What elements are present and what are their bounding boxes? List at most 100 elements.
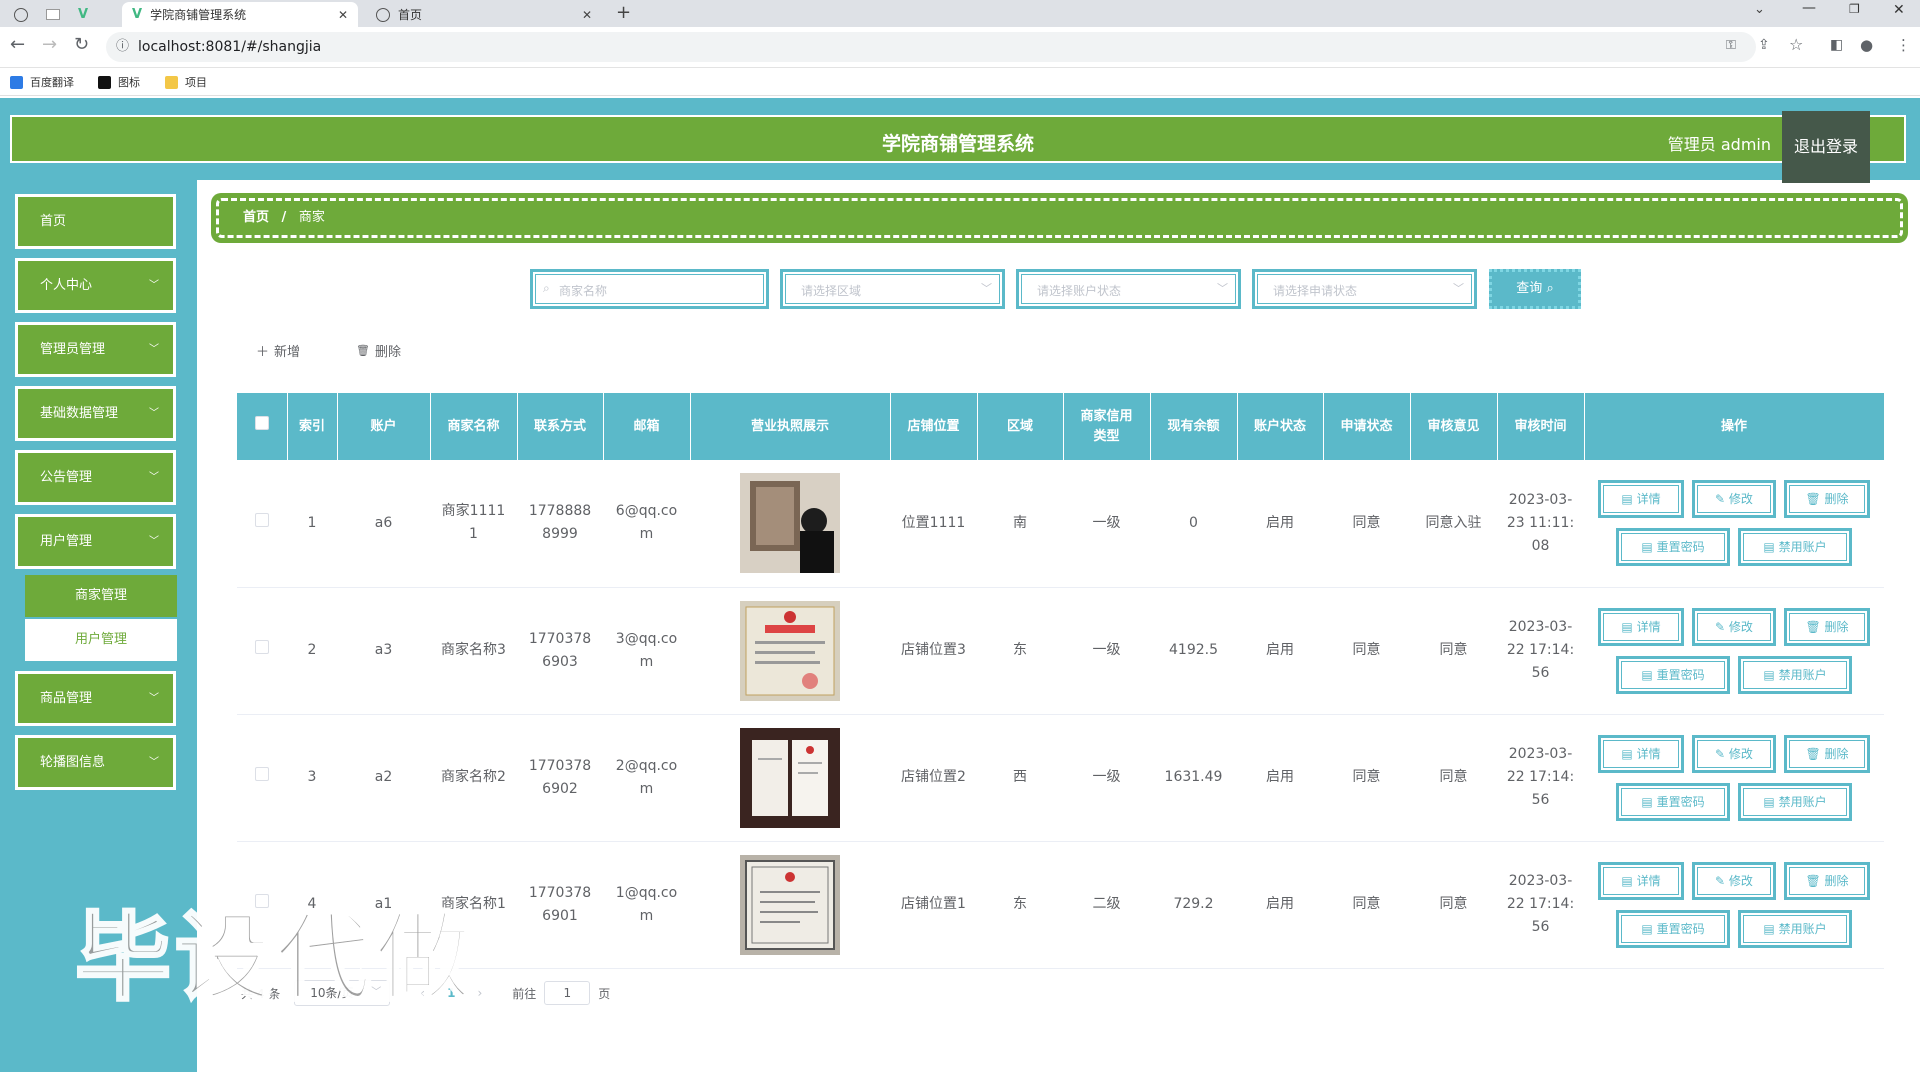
bookmark-item[interactable]: 项目 xyxy=(165,74,207,90)
account-status-select[interactable]: 请选择账户状态 ﹀ xyxy=(1016,269,1241,309)
row-checkbox[interactable] xyxy=(237,714,287,842)
cell-operations: ▤ 详情 ✎ 修改 🗑 删除 ▤ 重置密码 ▤ 禁用账户 xyxy=(1584,460,1884,588)
detail-button[interactable]: ▤ 详情 xyxy=(1598,480,1684,519)
restore-icon[interactable]: ❐ xyxy=(1849,2,1860,16)
close-tab-icon[interactable]: ✕ xyxy=(338,8,348,22)
chevron-down-icon: ﹀ xyxy=(149,472,159,483)
star-icon[interactable]: ☆ xyxy=(1789,35,1803,54)
cell-area: 西 xyxy=(977,714,1063,842)
area-select[interactable]: 请选择区域 ﹀ xyxy=(780,269,1005,309)
breadcrumb-home[interactable]: 首页 xyxy=(243,210,269,225)
bookmark-item[interactable]: 图标 xyxy=(98,74,140,90)
add-button[interactable]: ＋新增 xyxy=(256,341,300,360)
sidepanel-icon[interactable]: ◧ xyxy=(1830,37,1843,53)
bookmark-item[interactable]: 百度翻译 xyxy=(10,74,74,90)
query-button[interactable]: 查询 ⌕ xyxy=(1489,269,1581,309)
new-tab-icon[interactable]: + xyxy=(616,2,631,23)
table-row: 1 a6 商家11111 17788888999 6@qq.com 位置1111 南一级 0 启… xyxy=(237,460,1884,588)
license-image[interactable] xyxy=(740,854,840,955)
reset-password-button[interactable]: ▤ 重置密码 xyxy=(1616,782,1730,821)
cell-location: 店铺位置3 xyxy=(890,587,977,715)
submenu-item-user[interactable]: 用户管理 xyxy=(25,619,177,661)
cell-time: 2023-03-22 17:14:56 xyxy=(1497,841,1584,969)
sidebar-item-carousel[interactable]: 轮播图信息 ﹀ xyxy=(15,735,176,790)
pinned-tab[interactable] xyxy=(40,2,62,27)
delete-button[interactable]: 🗑 删除 xyxy=(1784,480,1870,519)
chevron-down-icon: ﹀ xyxy=(149,757,159,768)
detail-button[interactable]: ▤ 详情 xyxy=(1598,734,1684,773)
detail-button[interactable]: ▤ 详情 xyxy=(1598,861,1684,900)
edit-button[interactable]: ✎ 修改 xyxy=(1692,861,1776,900)
reload-icon[interactable]: ↻ xyxy=(74,34,89,55)
submenu-item-merchant[interactable]: 商家管理 xyxy=(25,575,177,617)
edit-button[interactable]: ✎ 修改 xyxy=(1692,607,1776,646)
sidebar-item-goods[interactable]: 商品管理 ﹀ xyxy=(15,671,176,726)
goto-input[interactable]: 1 xyxy=(544,981,591,1005)
edit-button[interactable]: ✎ 修改 xyxy=(1692,734,1776,773)
pinned-tab[interactable]: V xyxy=(70,2,100,27)
browser-tab[interactable]: 首页 ✕ xyxy=(366,2,602,27)
chevron-down-icon: ﹀ xyxy=(149,280,159,291)
next-page-icon[interactable]: › xyxy=(477,986,482,1000)
page-icon xyxy=(46,9,60,20)
cell-location: 位置1111 xyxy=(890,460,977,588)
cell-credit: 一级 xyxy=(1063,460,1150,588)
license-image[interactable] xyxy=(740,727,840,828)
col-header: 操作 xyxy=(1584,393,1885,460)
sidebar-item-basedata[interactable]: 基础数据管理 ﹀ xyxy=(15,386,176,441)
sidebar-item-users[interactable]: 用户管理 ﹀ xyxy=(15,514,176,569)
cell-name: 商家名称3 xyxy=(430,587,517,715)
license-image[interactable] xyxy=(740,473,840,574)
back-icon[interactable]: ← xyxy=(10,34,25,55)
minimize-icon[interactable]: — xyxy=(1802,0,1816,16)
apply-status-select[interactable]: 请选择申请状态 ﹀ xyxy=(1252,269,1477,309)
profile-icon[interactable]: ● xyxy=(1860,36,1873,54)
col-header: 申请状态 xyxy=(1323,393,1411,460)
disable-account-button[interactable]: ▤ 禁用账户 xyxy=(1738,782,1852,821)
delete-button[interactable]: 🗑 删除 xyxy=(1784,734,1870,773)
sidebar-item-home[interactable]: 首页 xyxy=(15,194,176,249)
cell-apply_status: 同意 xyxy=(1323,841,1410,969)
row-checkbox[interactable] xyxy=(237,587,287,715)
chevron-down-icon: ﹀ xyxy=(981,282,992,295)
cell-license xyxy=(690,587,890,715)
merchant-name-input[interactable]: ⌕ 商家名称 xyxy=(530,269,769,309)
tab-title: 学院商铺管理系统 xyxy=(150,8,247,22)
batch-delete-button[interactable]: 🗑 删除 xyxy=(356,341,401,360)
row-checkbox[interactable] xyxy=(237,460,287,588)
reset-password-button[interactable]: ▤ 重置密码 xyxy=(1616,909,1730,948)
sidebar-item-notice[interactable]: 公告管理 ﹀ xyxy=(15,450,176,505)
goto-label: 前往 xyxy=(512,986,537,1001)
pinned-tab[interactable] xyxy=(8,2,30,27)
chevron-down-icon: ﹀ xyxy=(149,344,159,355)
delete-button[interactable]: 🗑 删除 xyxy=(1784,861,1870,900)
col-header: 审核时间 xyxy=(1497,393,1585,460)
logout-button[interactable]: 退出登录 xyxy=(1782,111,1870,183)
browser-tab-active[interactable]: V 学院商铺管理系统 ✕ xyxy=(122,2,358,27)
edit-button[interactable]: ✎ 修改 xyxy=(1692,480,1776,519)
disable-account-button[interactable]: ▤ 禁用账户 xyxy=(1738,655,1852,694)
close-tab-icon[interactable]: ✕ xyxy=(582,8,592,22)
cell-apply_status: 同意 xyxy=(1323,587,1410,715)
menu-icon[interactable]: ⋮ xyxy=(1896,36,1911,54)
reset-password-button[interactable]: ▤ 重置密码 xyxy=(1616,655,1730,694)
tab-search-icon[interactable]: ⌄ xyxy=(1754,2,1765,17)
header-bar: 学院商铺管理系统 管理员 admin 退出登录 xyxy=(6,111,1910,183)
key-icon[interactable]: ⚿ xyxy=(1726,38,1736,53)
url-field[interactable]: ⓘ localhost:8081/#/shangjia xyxy=(106,32,1756,62)
disable-account-button[interactable]: ▤ 禁用账户 xyxy=(1738,528,1852,567)
disable-account-button[interactable]: ▤ 禁用账户 xyxy=(1738,909,1852,948)
detail-button[interactable]: ▤ 详情 xyxy=(1598,607,1684,646)
search-icon: ⌕ xyxy=(543,281,550,295)
close-window-icon[interactable]: ✕ xyxy=(1893,2,1905,18)
sidebar-item-admin[interactable]: 管理员管理 ﹀ xyxy=(15,322,176,377)
sidebar-item-profile[interactable]: 个人中心 ﹀ xyxy=(15,258,176,313)
cell-apply_status: 同意 xyxy=(1323,714,1410,842)
select-all-checkbox[interactable] xyxy=(237,393,288,460)
delete-button[interactable]: 🗑 删除 xyxy=(1784,607,1870,646)
reset-password-button[interactable]: ▤ 重置密码 xyxy=(1616,528,1730,567)
license-image[interactable] xyxy=(740,600,840,701)
cell-phone: 17788888999 xyxy=(517,460,603,588)
forward-icon[interactable]: → xyxy=(42,34,57,55)
share-icon[interactable]: ⇪ xyxy=(1758,37,1770,53)
